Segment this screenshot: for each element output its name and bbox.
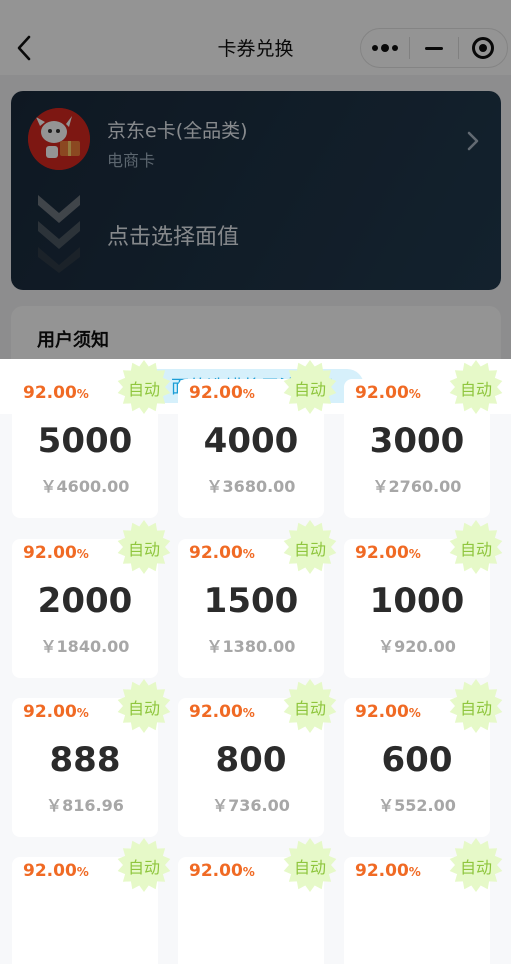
discount-rate: 92.00% xyxy=(23,861,89,881)
discount-rate: 92.00% xyxy=(355,543,421,563)
auto-badge-label: 自动 xyxy=(127,540,160,559)
denomination-option[interactable]: 92.00% 1000 ￥920.00 自动 xyxy=(344,520,503,678)
auto-badge-label: 自动 xyxy=(459,699,492,718)
auto-badge: 自动 xyxy=(448,359,504,415)
discount-rate: 92.00% xyxy=(23,702,89,722)
denomination-option[interactable]: 92.00% 4000 ￥3680.00 自动 xyxy=(178,360,337,518)
auto-badge: 自动 xyxy=(116,519,172,575)
payout-price: ￥1840.00 xyxy=(40,637,130,656)
face-value: 5000 xyxy=(37,421,133,461)
payout-price: ￥1380.00 xyxy=(206,637,296,656)
payout-price: ￥2760.00 xyxy=(372,477,462,496)
discount-rate: 92.00% xyxy=(23,383,89,403)
auto-badge: 自动 xyxy=(448,519,504,575)
face-value: 1000 xyxy=(369,581,465,621)
discount-rate: 92.00% xyxy=(189,543,255,563)
denomination-option[interactable]: 92.00% 600 ￥552.00 自动 xyxy=(344,679,503,837)
payout-price: ￥736.00 xyxy=(212,796,290,815)
face-value: 4000 xyxy=(203,421,299,461)
payout-price: ￥816.96 xyxy=(46,796,124,815)
denomination-option[interactable]: 92.00% 888 ￥816.96 自动 xyxy=(12,679,171,837)
auto-badge: 自动 xyxy=(116,359,172,415)
auto-badge: 自动 xyxy=(448,678,504,734)
payout-price: ￥920.00 xyxy=(378,637,456,656)
discount-rate: 92.00% xyxy=(355,861,421,881)
auto-badge: 自动 xyxy=(116,678,172,734)
auto-badge-label: 自动 xyxy=(293,699,326,718)
payout-price: ￥552.00 xyxy=(378,796,456,815)
face-value: 2000 xyxy=(37,581,133,621)
auto-badge-label: 自动 xyxy=(459,380,492,399)
modal-overlay[interactable] xyxy=(0,0,511,359)
face-value: 600 xyxy=(381,740,453,780)
denomination-option[interactable]: 92.00% 5000 ￥4600.00 自动 xyxy=(12,360,171,518)
auto-badge-label: 自动 xyxy=(459,540,492,559)
auto-badge: 自动 xyxy=(282,359,338,415)
auto-badge: 自动 xyxy=(282,519,338,575)
discount-rate: 92.00% xyxy=(189,861,255,881)
discount-rate: 92.00% xyxy=(355,702,421,722)
face-value: 888 xyxy=(49,740,121,780)
denomination-option[interactable]: 92.00% 自动 xyxy=(344,838,503,964)
auto-badge-label: 自动 xyxy=(293,858,326,877)
discount-rate: 92.00% xyxy=(189,383,255,403)
face-value: 3000 xyxy=(369,421,465,461)
face-value: 800 xyxy=(215,740,287,780)
payout-price: ￥3680.00 xyxy=(206,477,296,496)
discount-rate: 92.00% xyxy=(189,702,255,722)
denomination-option[interactable]: 92.00% 1500 ￥1380.00 自动 xyxy=(178,520,337,678)
denomination-option[interactable]: 92.00% 自动 xyxy=(178,838,337,964)
denomination-option[interactable]: 92.00% 3000 ￥2760.00 自动 xyxy=(344,360,503,518)
auto-badge-label: 自动 xyxy=(293,540,326,559)
denomination-option[interactable]: 92.00% 自动 xyxy=(12,838,171,964)
face-value: 1500 xyxy=(203,581,299,621)
discount-rate: 92.00% xyxy=(355,383,421,403)
auto-badge: 自动 xyxy=(116,837,172,893)
auto-badge: 自动 xyxy=(448,837,504,893)
auto-badge: 自动 xyxy=(282,837,338,893)
denomination-sheet: ! 面值选错将无法结算 92.00%5000￥4600.00自动92.00%40… xyxy=(0,359,511,964)
auto-badge: 自动 xyxy=(282,678,338,734)
denomination-option[interactable]: 92.00% 800 ￥736.00 自动 xyxy=(178,679,337,837)
payout-price: ￥4600.00 xyxy=(40,477,130,496)
auto-badge-label: 自动 xyxy=(459,858,492,877)
auto-badge-label: 自动 xyxy=(293,380,326,399)
auto-badge-label: 自动 xyxy=(127,380,160,399)
denomination-option[interactable]: 92.00% 2000 ￥1840.00 自动 xyxy=(12,520,171,678)
auto-badge-label: 自动 xyxy=(127,699,160,718)
auto-badge-label: 自动 xyxy=(127,858,160,877)
discount-rate: 92.00% xyxy=(23,543,89,563)
